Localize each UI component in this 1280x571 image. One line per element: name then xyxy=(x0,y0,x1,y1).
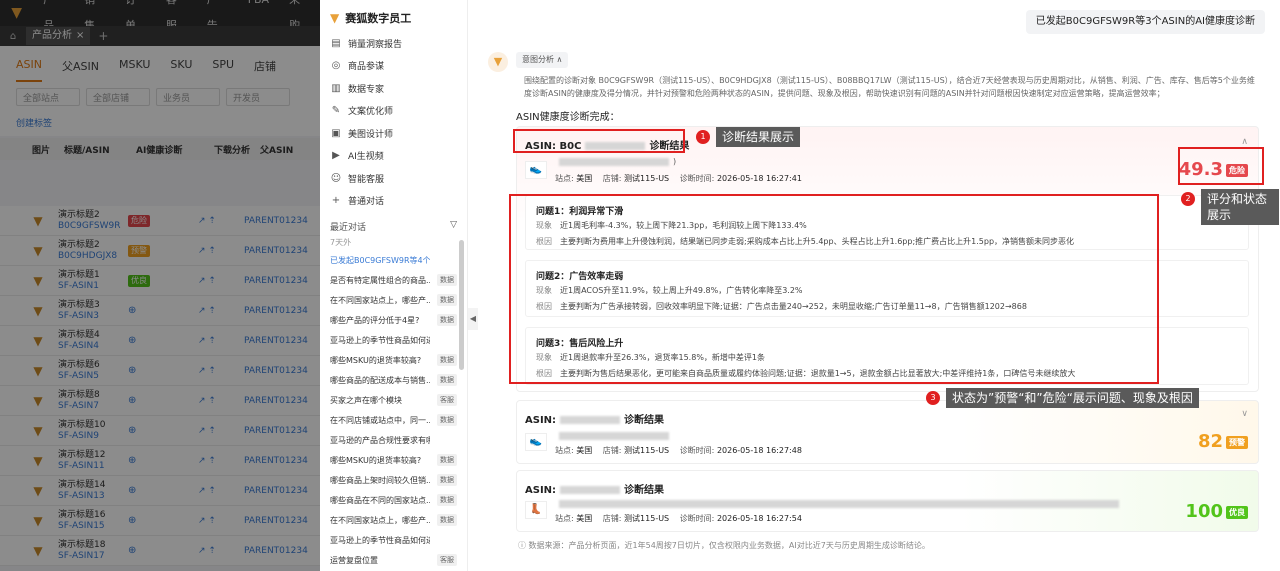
conversation-tag: 数据 xyxy=(437,354,457,366)
conversation-tag: 数据 xyxy=(437,274,457,286)
recent-conversation[interactable]: 亚马逊上的季节性商品如何进行库... xyxy=(320,530,467,550)
product-meta: 站点: 美国 店铺: 测试115-US 诊断时间: 2026-05-18 16:… xyxy=(555,514,802,523)
recent-conversation[interactable]: 在不同国家站点上，哪些产... 数据 xyxy=(320,510,467,530)
recent-conversation[interactable]: 在不同店铺或站点中，同一... 数据 xyxy=(320,410,467,430)
dim-overlay[interactable] xyxy=(0,0,320,571)
annotation-number: 1 xyxy=(696,130,710,144)
sidebar-menu-item[interactable]: ▥ 数据专家 xyxy=(320,77,467,100)
recent-conversation[interactable]: 是否有特定属性组合的商品... 数据 xyxy=(320,270,467,290)
menu-icon: ◎ xyxy=(331,60,341,72)
conversation-tag: 数据 xyxy=(437,514,457,526)
health-score: 100 优良 xyxy=(1185,501,1248,522)
menu-icon: ✎ xyxy=(331,105,341,117)
recent-header[interactable]: 最近对话 ▽ xyxy=(320,212,467,235)
menu-icon: ☺ xyxy=(330,172,342,184)
product-meta: 站点: 美国 店铺: 测试115-US 诊断时间: 2026-05-18 16:… xyxy=(555,446,802,455)
annotation-label: 诊断结果展示 xyxy=(716,127,801,147)
menu-icon: ▣ xyxy=(331,127,341,139)
chevron-down-icon[interactable]: ∨ xyxy=(1241,409,1248,419)
conversation-tag: 数据 xyxy=(437,474,457,486)
recent-conversation[interactable]: 哪些商品的配送成本与销售... 数据 xyxy=(320,370,467,390)
recent-conversation[interactable]: 买家之声在哪个模块 客服 xyxy=(320,390,467,410)
conversation-tag: 数据 xyxy=(437,414,457,426)
scrollbar[interactable] xyxy=(459,240,464,370)
intent-analysis-toggle[interactable]: 意图分析 ∧ xyxy=(516,52,569,68)
product-title-blurred xyxy=(555,431,673,440)
recent-sub: 7天外 xyxy=(330,238,352,247)
recent-conversation[interactable]: 哪些产品的评分低于4星? 数据 xyxy=(320,310,467,330)
recent-conversation[interactable]: 哪些MSKU的退货率较高? 数据 xyxy=(320,350,467,370)
recent-conversation[interactable]: 亚马逊上的季节性商品如何进行库... xyxy=(320,330,467,350)
filter-icon[interactable]: ▽ xyxy=(450,220,457,233)
menu-icon: ▶ xyxy=(332,150,340,162)
assistant-sidebar: ▼ 赛狐数字员工 ▤ 销量洞察报告 ◎ 商品参谋 ▥ 数据专家 ✎ 文案优化师 ▣ 美图设计师 ▶ AI… xyxy=(320,0,468,571)
recent-conversation[interactable]: 在不同国家站点上，哪些产... 数据 xyxy=(320,290,467,310)
recent-conversation[interactable]: 已发起B0C9GFSW9R等4个ASIN... xyxy=(320,250,467,270)
data-source-note: ⓘ 数据来源：产品分析页面，近1年54周按7日切片，仅含权限内业务数据，AI对比… xyxy=(518,541,930,550)
annotation-label: 状态为”预警“和”危险“展示问题、现象及根因 xyxy=(946,388,1199,408)
annotation-label: 评分和状态 展示 xyxy=(1201,189,1279,225)
annotation-number: 2 xyxy=(1181,192,1195,206)
annotation-box xyxy=(509,194,1159,384)
recent-conversation[interactable]: 亚马逊的产品合规性要求有哪些? xyxy=(320,430,467,450)
intent-description: 围绕配置的诊断对象 B0C9GFSW9R（测试115-US）、B0C9HDGJX… xyxy=(524,76,1255,98)
diagnosis-card[interactable]: ASIN: 诊断结果 ∨ 👟 站点: 美国 店铺: 测试115-US 诊断时间: … xyxy=(516,400,1259,464)
conversation-tag: 客服 xyxy=(437,394,457,406)
product-title-blurred xyxy=(555,499,1123,508)
product-thumbnail: 👢 xyxy=(525,501,547,519)
fox-logo-icon: ▼ xyxy=(330,11,340,25)
annotation-box xyxy=(513,129,685,153)
recent-conversation[interactable]: 运营复盘位置 客服 xyxy=(320,550,467,570)
sidebar-menu-item[interactable]: ☺ 智能客服 xyxy=(320,167,467,190)
sidebar-menu-item[interactable]: ◎ 商品参谋 xyxy=(320,55,467,78)
menu-icon: ▥ xyxy=(331,82,341,94)
status-badge: 预警 xyxy=(1226,435,1248,449)
brand: ▼ 赛狐数字员工 xyxy=(330,11,412,25)
assistant-avatar-icon: ▼ xyxy=(488,52,508,72)
product-meta: 站点: 美国 店铺: 测试115-US 诊断时间: 2026-05-18 16:… xyxy=(555,174,802,183)
conversation-tag: 数据 xyxy=(437,294,457,306)
recent-conversation[interactable]: 哪些MSKU的退货率较高? 数据 xyxy=(320,450,467,470)
conversation-tag: 数据 xyxy=(437,374,457,386)
menu-icon: ▤ xyxy=(331,37,341,49)
sidebar-menu-item[interactable]: ▶ AI生视频 xyxy=(320,145,467,168)
sidebar-menu-item[interactable]: + 普通对话 xyxy=(320,190,467,213)
card-title: ASIN: 诊断结果 xyxy=(525,485,665,496)
sidebar-menu-item[interactable]: ✎ 文案优化师 xyxy=(320,100,467,123)
card-title: ASIN: 诊断结果 xyxy=(525,415,665,426)
annotation-box xyxy=(1178,147,1264,185)
product-thumbnail: 👟 xyxy=(525,161,547,179)
sidebar-menu-item[interactable]: ▤ 销量洞察报告 xyxy=(320,32,467,55)
product-title-blurred: ) xyxy=(555,157,676,166)
annotation-number: 3 xyxy=(926,391,940,405)
product-thumbnail: 👟 xyxy=(525,433,547,451)
user-message: 已发起B0C9GFSW9R等3个ASIN的AI健康度诊断 xyxy=(1025,10,1265,34)
sidebar-menu-item[interactable]: ▣ 美图设计师 xyxy=(320,122,467,145)
collapse-sidebar-icon[interactable]: ◀ xyxy=(468,308,478,330)
conversation-tag: 数据 xyxy=(437,314,457,326)
conversation-tag: 客服 xyxy=(437,554,457,566)
recent-conversation[interactable]: 哪些商品上架时间较久但销... 数据 xyxy=(320,470,467,490)
chevron-up-icon[interactable]: ∧ xyxy=(1241,137,1248,147)
diagnosis-card[interactable]: ASIN: 诊断结果 👢 站点: 美国 店铺: 测试115-US 诊断时间: 20… xyxy=(516,470,1259,532)
health-score: 82 预警 xyxy=(1198,431,1248,452)
conversation-tag: 数据 xyxy=(437,494,457,506)
diagnosis-complete-label: ASIN健康度诊断完成： xyxy=(516,112,620,123)
status-badge: 优良 xyxy=(1226,505,1248,519)
recent-conversation[interactable]: 哪些商品在不同的国家站点... 数据 xyxy=(320,490,467,510)
menu-icon: + xyxy=(331,195,341,207)
conversation-tag: 数据 xyxy=(437,454,457,466)
